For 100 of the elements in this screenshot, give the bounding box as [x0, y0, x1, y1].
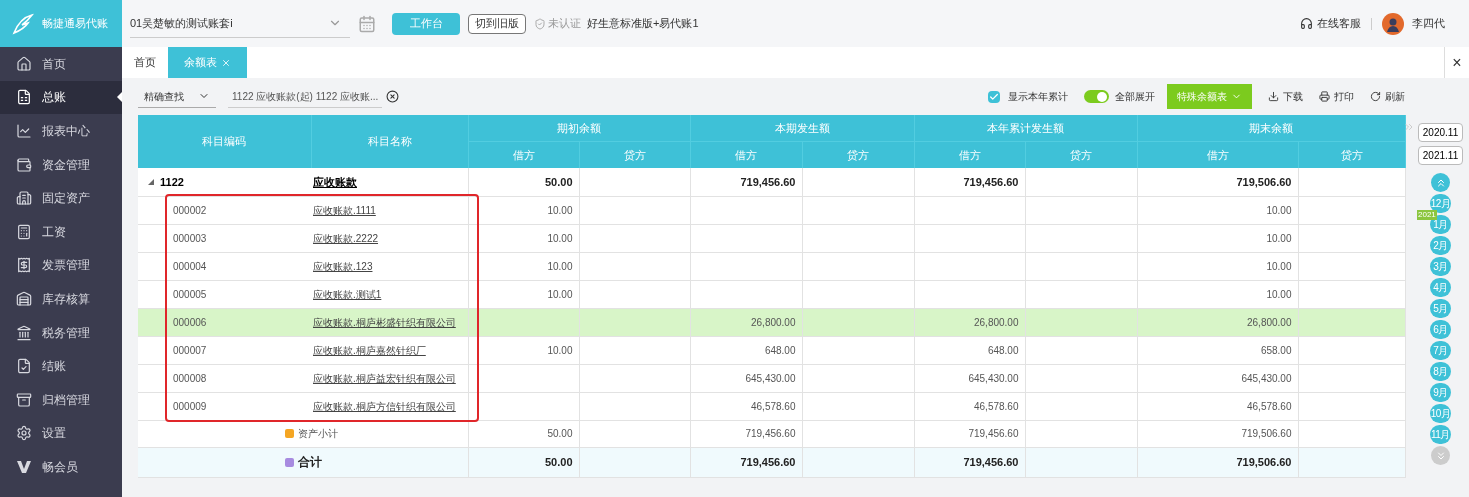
amount: 645,430.00	[745, 372, 796, 384]
account-code: 000008	[173, 372, 207, 384]
sidebar-item[interactable]: 工资	[0, 214, 122, 249]
account-code: 000002	[173, 204, 207, 216]
amount: 46,578.60	[1247, 400, 1292, 412]
amount: 10.00	[547, 260, 573, 272]
feather-logo-icon	[12, 12, 34, 35]
shield-icon	[534, 17, 546, 30]
amount: 10.00	[1266, 260, 1292, 272]
account-name-link[interactable]: 应收账款.123	[313, 260, 373, 272]
edition-name: 好生意标准版+易代账1	[587, 16, 699, 32]
amount: 50.00	[547, 428, 573, 439]
auth-status: 未认证	[548, 16, 581, 32]
online-support-link[interactable]: 在线客服	[1317, 15, 1361, 32]
amount: 645,430.00	[968, 372, 1019, 384]
sidebar-item[interactable]: 报表中心	[0, 114, 122, 148]
account-name-link[interactable]: 应收账款.桐庐嘉然针织厂	[313, 344, 426, 356]
settings-icon	[16, 425, 32, 442]
account-name-link[interactable]: 应收账款.桐庐方信针织有限公司	[313, 400, 456, 412]
sidebar-item[interactable]: 首页	[0, 47, 122, 81]
checkbox[interactable]	[988, 90, 1000, 103]
headset-icon[interactable]	[1300, 17, 1313, 30]
wallet-icon	[16, 156, 32, 173]
amount: 26,800.00	[974, 316, 1019, 328]
account-name-link[interactable]: 应收账款.桐庐益宏针织有限公司	[313, 372, 456, 384]
column-header: 本年累计发生额	[987, 121, 1064, 134]
search-mode-select[interactable]: 精确查找	[138, 85, 216, 108]
refresh-icon[interactable]	[1370, 91, 1381, 102]
amount: 719,456.60	[745, 428, 796, 439]
ledger-icon	[16, 89, 32, 106]
column-header: 贷方	[623, 148, 646, 161]
amount: 719,506.60	[1241, 428, 1292, 439]
column-header: 贷方	[847, 148, 869, 161]
amount: 10.00	[547, 232, 573, 244]
amount: 648.00	[764, 344, 796, 356]
account-code: 000009	[173, 400, 207, 412]
chart-icon	[16, 123, 32, 139]
amount: 658.00	[1260, 344, 1292, 356]
column-header: 科目编码	[202, 135, 247, 148]
refresh-link[interactable]: 刷新	[1385, 89, 1405, 104]
amount: 719,456.60	[740, 455, 796, 468]
end-period-field[interactable]: 2021.11	[1417, 146, 1464, 165]
download-icon[interactable]	[1268, 91, 1279, 102]
sidebar-item[interactable]: 归档管理	[0, 382, 122, 417]
account-name-link[interactable]: 应收账款.测试1	[313, 288, 382, 300]
close-all-button[interactable]: ×	[1444, 47, 1469, 78]
download-link[interactable]: 下载	[1283, 89, 1303, 104]
amount: 719,456.60	[740, 175, 796, 188]
account-name-link[interactable]: 应收账款.1111	[313, 204, 376, 216]
row-label: 资产小计	[298, 427, 338, 441]
clear-icon[interactable]	[386, 90, 400, 103]
account-select[interactable]: 01吴楚敏的测试账套i	[130, 9, 350, 38]
row-label: 合计	[298, 454, 322, 471]
sidebar-item[interactable]: 畅会员	[0, 450, 122, 484]
account-code: 000006	[173, 316, 207, 328]
amount: 46,578.60	[751, 400, 796, 412]
print-icon[interactable]	[1319, 91, 1330, 102]
amount: 719,506.60	[1236, 455, 1292, 468]
sidebar-item[interactable]: 库存核算	[0, 282, 122, 316]
column-header: 期末余额	[1249, 121, 1293, 134]
column-header: 贷方	[1340, 148, 1363, 161]
column-header: 借方	[735, 148, 757, 161]
amount: 10.00	[1266, 232, 1292, 244]
sidebar-item[interactable]: 总账	[0, 80, 122, 115]
account-name-link[interactable]: 应收账款.桐庐彬盛针织有限公司	[313, 316, 456, 328]
filter-field[interactable]: 1122 应收账款(起) 1122 应收账...	[228, 85, 383, 108]
sidebar-item[interactable]: 税务管理	[0, 315, 122, 350]
tab[interactable]: 首页	[122, 47, 168, 78]
print-link[interactable]: 打印	[1334, 89, 1354, 104]
avatar[interactable]	[1382, 12, 1404, 35]
toggle-switch[interactable]	[1084, 90, 1109, 103]
brand-name: 畅捷通易代账	[42, 16, 108, 32]
account-code: 000007	[173, 344, 207, 356]
amount: 50.00	[544, 175, 573, 188]
column-header: 借方	[512, 148, 535, 161]
expand-triangle-icon[interactable]	[148, 178, 154, 185]
start-period-field[interactable]: 2020.11	[1417, 123, 1464, 142]
receipt-icon	[16, 257, 32, 274]
checked-file-icon	[16, 358, 32, 375]
account-name-link[interactable]: 应收账款.2222	[313, 232, 379, 244]
amount: 719,456.60	[963, 175, 1019, 188]
account-code: 1122	[160, 174, 184, 190]
sidebar-item[interactable]: 结账	[0, 349, 122, 383]
home-icon	[16, 55, 32, 72]
sidebar-item[interactable]: 固定资产	[0, 181, 122, 215]
amount: 10.00	[1266, 204, 1292, 216]
sidebar-item[interactable]: 设置	[0, 416, 122, 451]
column-header: 本期发生额	[774, 121, 830, 134]
sidebar-item[interactable]: 资金管理	[0, 147, 122, 182]
old-version-button[interactable]: 切到旧版	[468, 13, 526, 34]
account-code: 000005	[173, 288, 207, 300]
amount: 719,456.60	[963, 455, 1019, 468]
year-badge: 2021	[1417, 210, 1437, 220]
sidebar-item[interactable]: 发票管理	[0, 248, 122, 283]
account-name-link[interactable]: 应收账款	[313, 175, 357, 188]
warehouse-icon	[16, 290, 32, 307]
amount: 10.00	[1266, 288, 1292, 300]
bank-icon	[16, 324, 32, 341]
amount: 648.00	[987, 344, 1019, 356]
column-header: 科目名称	[367, 135, 412, 148]
